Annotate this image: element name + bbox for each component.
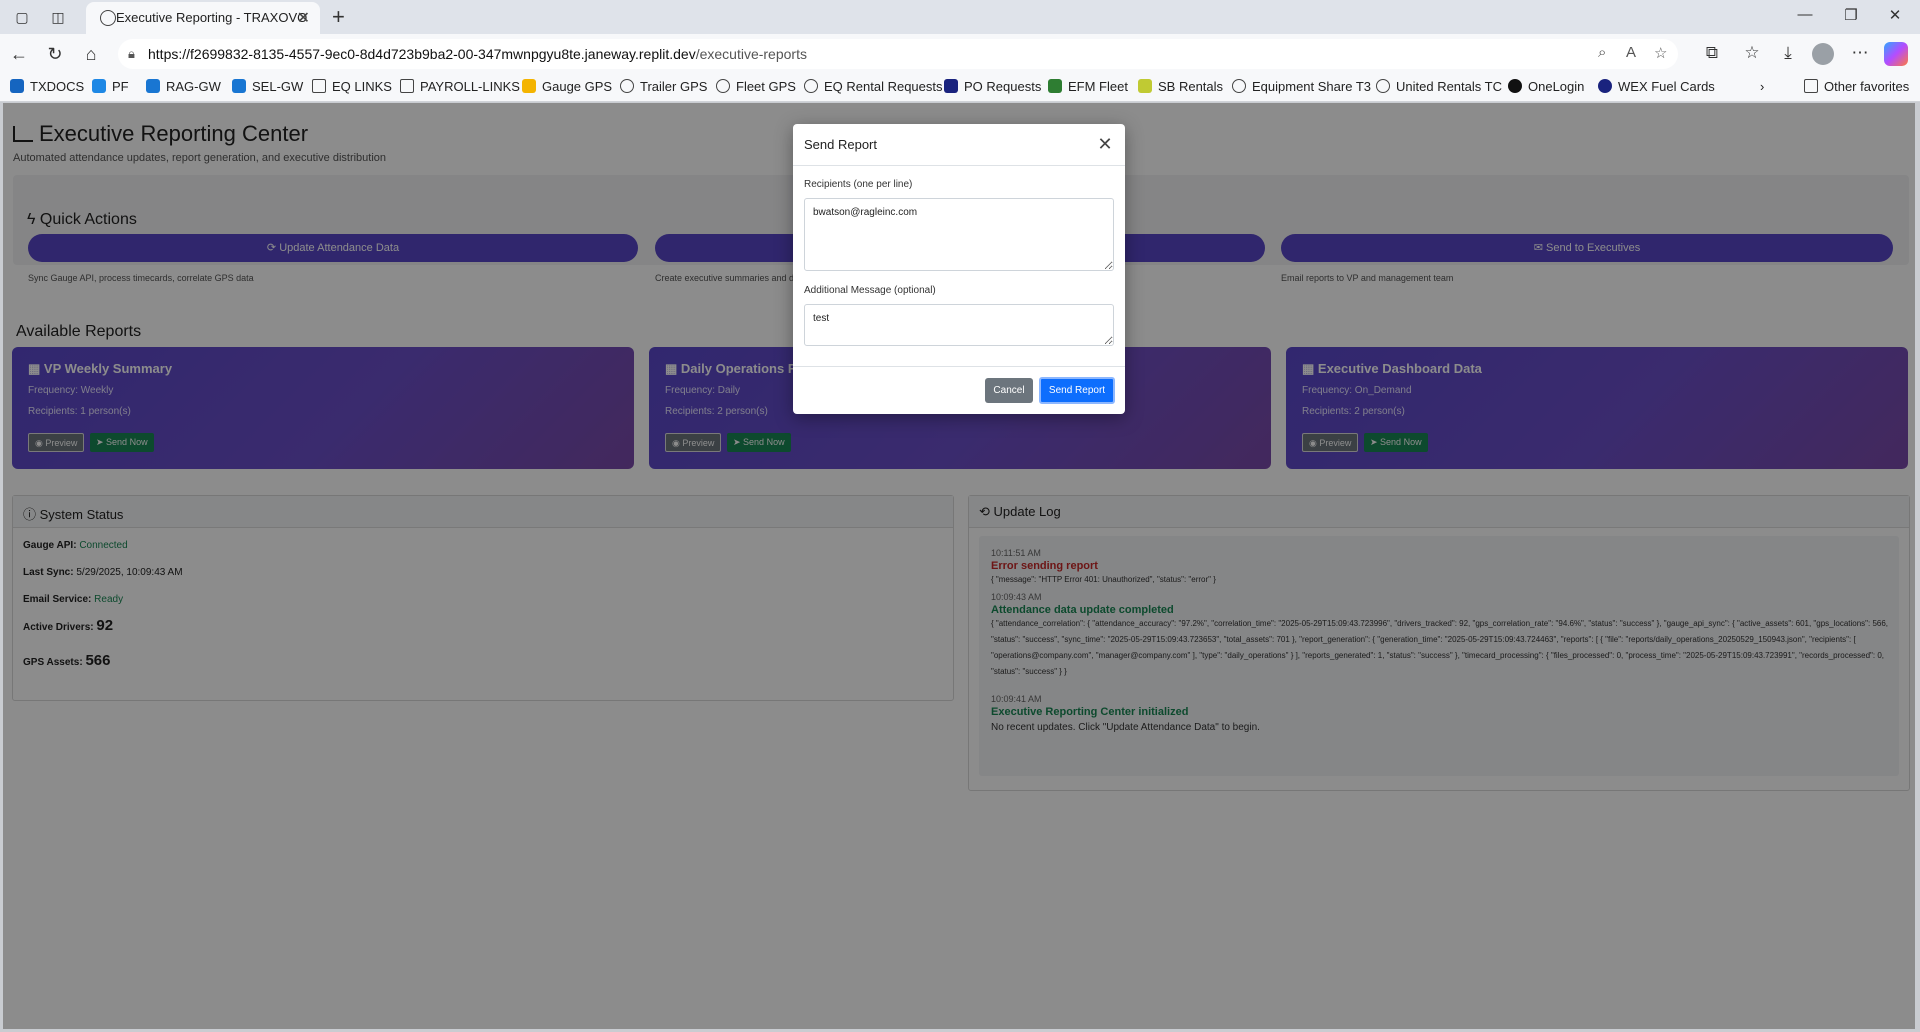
- close-window-button[interactable]: ✕: [1880, 6, 1910, 24]
- favorites-icon[interactable]: ☆: [1740, 43, 1764, 63]
- copilot-icon[interactable]: [1884, 42, 1908, 66]
- profile-avatar[interactable]: [1812, 43, 1834, 65]
- refresh-icon[interactable]: ↻: [44, 43, 66, 65]
- close-icon[interactable]: ✕: [1093, 132, 1117, 156]
- bookmarks-bar: TXDOCS PF RAG-GW SEL-GW EQ LINKS PAYROLL…: [0, 74, 1920, 102]
- modal-footer: Cancel Send Report: [793, 366, 1125, 414]
- bookmark-equipment-share-t3[interactable]: Equipment Share T3: [1232, 79, 1371, 94]
- bookmark-united-rentals-tc[interactable]: United Rentals TC: [1376, 79, 1502, 94]
- downloads-icon[interactable]: ⤓: [1776, 43, 1800, 63]
- lock-icon: 🔒︎: [128, 46, 135, 61]
- bookmark-efm-fleet[interactable]: EFM Fleet: [1048, 79, 1128, 94]
- home-icon[interactable]: ⌂: [80, 43, 102, 65]
- bookmark-fleet-gps[interactable]: Fleet GPS: [716, 79, 796, 94]
- back-icon[interactable]: ←: [8, 43, 30, 65]
- bookmark-txdocs[interactable]: TXDOCS: [10, 79, 84, 94]
- close-tab-icon[interactable]: ✕: [297, 8, 310, 28]
- url-field[interactable]: 🔒︎ https://f2699832-8135-4557-9ec0-8d4d7…: [118, 39, 1678, 69]
- read-aloud-icon[interactable]: A: [1626, 44, 1636, 61]
- bookmark-pf[interactable]: PF: [92, 79, 129, 94]
- message-textarea[interactable]: test: [804, 304, 1114, 346]
- modal-header: Send Report ✕: [793, 124, 1125, 166]
- minimize-button[interactable]: —: [1790, 6, 1820, 23]
- message-label: Additional Message (optional): [804, 285, 936, 296]
- bookmark-gauge-gps[interactable]: Gauge GPS: [522, 79, 612, 94]
- bookmark-rag-gw[interactable]: RAG-GW: [146, 79, 221, 94]
- favorite-star-icon[interactable]: ☆: [1654, 44, 1667, 62]
- cancel-button[interactable]: Cancel: [985, 378, 1033, 403]
- bookmark-other-favorites[interactable]: Other favorites: [1804, 79, 1909, 94]
- recipients-label: Recipients (one per line): [804, 179, 913, 190]
- send-report-modal: Send Report ✕ Recipients (one per line) …: [793, 124, 1125, 414]
- bookmark-payroll-links[interactable]: PAYROLL-LINKS: [400, 79, 520, 94]
- bookmark-eq-links[interactable]: EQ LINKS: [312, 79, 392, 94]
- globe-icon: [100, 10, 116, 26]
- bookmark-eq-rental-requests[interactable]: EQ Rental Requests: [804, 79, 943, 94]
- restore-button[interactable]: ❐: [1836, 6, 1866, 24]
- send-report-button[interactable]: Send Report: [1039, 377, 1115, 404]
- more-menu-icon[interactable]: ⋯: [1848, 43, 1872, 63]
- bookmark-sel-gw[interactable]: SEL-GW: [232, 79, 303, 94]
- tab-title: Executive Reporting - TRAXOVO: [116, 10, 308, 25]
- address-bar-row: ← ↻ ⌂ 🔒︎ https://f2699832-8135-4557-9ec0…: [0, 34, 1920, 74]
- recipients-textarea[interactable]: bwatson@ragleinc.com: [804, 198, 1114, 271]
- bookmark-onelogin[interactable]: OneLogin: [1508, 79, 1584, 94]
- bookmark-sb-rentals[interactable]: SB Rentals: [1138, 79, 1223, 94]
- vertical-tabs-icon[interactable]: ◫: [48, 7, 68, 27]
- new-tab-button[interactable]: +: [332, 4, 345, 30]
- modal-title: Send Report: [804, 137, 877, 152]
- zoom-icon[interactable]: ⌕: [1598, 44, 1606, 61]
- bookmark-po-requests[interactable]: PO Requests: [944, 79, 1041, 94]
- browser-tab-strip: ▢ ◫ Executive Reporting - TRAXOVO ✕ + — …: [0, 0, 1920, 34]
- bookmark-trailer-gps[interactable]: Trailer GPS: [620, 79, 707, 94]
- bookmarks-overflow-chevron-icon[interactable]: ›: [1760, 79, 1764, 94]
- workspaces-icon[interactable]: ▢: [12, 7, 32, 27]
- bookmark-wex-fuel-cards[interactable]: WEX Fuel Cards: [1598, 79, 1715, 94]
- extensions-icon[interactable]: ⧉: [1700, 43, 1724, 63]
- browser-tab[interactable]: Executive Reporting - TRAXOVO ✕: [86, 2, 320, 34]
- url-path: /executive-reports: [695, 46, 807, 62]
- url-host: https://f2699832-8135-4557-9ec0-8d4d723b…: [148, 46, 696, 62]
